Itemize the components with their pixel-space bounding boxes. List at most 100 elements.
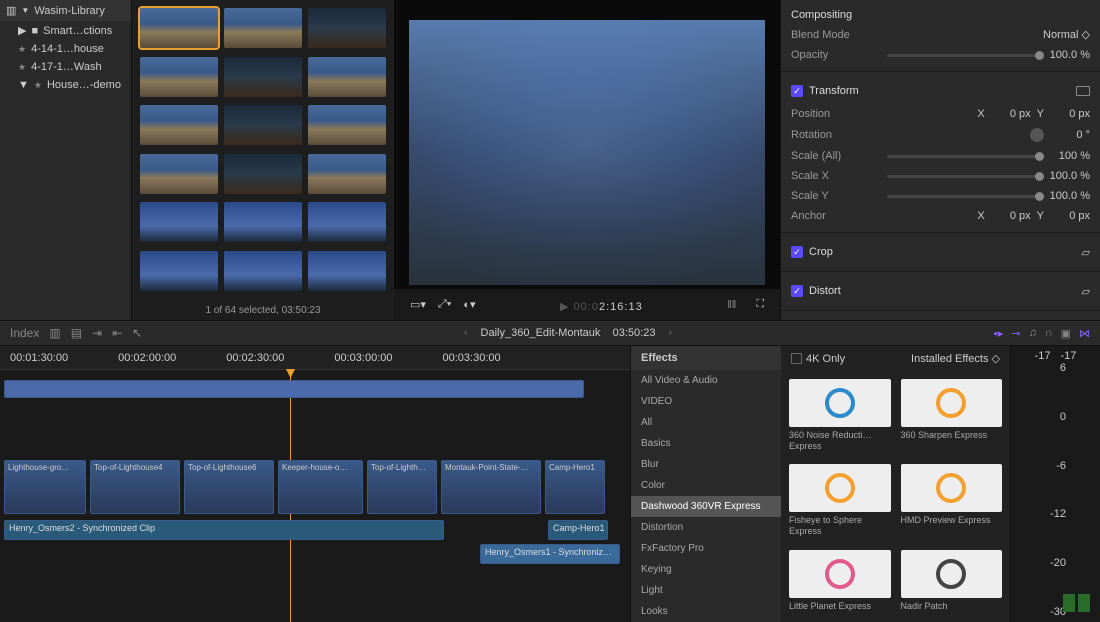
effects-category[interactable]: Dashwood 360VR Express (631, 496, 781, 517)
effect-item[interactable]: 360 Sharpen Express (901, 379, 1003, 454)
effects-category[interactable]: VIDEO (631, 391, 781, 412)
position-x[interactable]: 0 px (991, 108, 1031, 120)
connected-clip[interactable] (4, 380, 584, 398)
fullscreen-button[interactable]: ⛶ (752, 296, 768, 313)
trim-icon[interactable]: ⇤ (112, 326, 122, 340)
anchor-x[interactable]: 0 px (991, 210, 1031, 222)
effect-item[interactable]: 360 Noise Reducti…Express (789, 379, 891, 454)
solo-icon[interactable]: ∩ (1045, 327, 1053, 340)
crop-checkbox[interactable]: ✓ (791, 246, 803, 258)
position-y[interactable]: 0 px (1050, 108, 1090, 120)
audio-clip[interactable]: Henry_Osmers2 - Synchronized Clip (4, 520, 444, 540)
installed-effects-dropdown[interactable]: Installed Effects ◇ (911, 352, 1000, 365)
share-icon[interactable]: ⋈ (1079, 327, 1090, 340)
timeline-clip[interactable]: Top-of-Lighthouse6 (184, 460, 274, 514)
browser-thumb[interactable] (224, 57, 302, 97)
crop-icon[interactable]: ▱ (1082, 246, 1090, 259)
quality-menu-button[interactable]: ◐▾ (459, 296, 479, 313)
snapping-icon[interactable]: ▪▸ (994, 327, 1003, 340)
browser-thumb[interactable] (308, 154, 386, 194)
4k-only-checkbox[interactable]: 4K Only (791, 353, 845, 365)
blend-mode-select[interactable]: Normal ◇ (1043, 28, 1090, 41)
index-button[interactable]: Index (10, 326, 39, 340)
effect-item[interactable]: HMD Preview Express (901, 464, 1003, 539)
opacity-slider[interactable] (887, 54, 1044, 57)
scale-x-value[interactable]: 100.0 % (1050, 170, 1090, 182)
browser-thumb[interactable] (224, 154, 302, 194)
meter-bar-l (1063, 594, 1075, 612)
browser-thumb[interactable] (140, 57, 218, 97)
sidebar-item-414[interactable]: ★4-14-1…house (0, 40, 131, 58)
rotation-value[interactable]: 0 ° (1050, 129, 1090, 141)
timeline[interactable]: 00:01:30:00 00:02:00:00 00:02:30:00 00:0… (0, 346, 630, 622)
browser-thumb[interactable] (140, 251, 218, 291)
browser-thumb[interactable] (140, 8, 218, 48)
browser-thumb[interactable] (224, 202, 302, 242)
sidebar-item-smart[interactable]: ▶■Smart…ctions (0, 21, 131, 40)
effects-category[interactable]: Distortion (631, 517, 781, 538)
save-icon[interactable]: ▣ (1061, 327, 1071, 340)
timeline-clip[interactable]: Camp-Hero1 (545, 460, 605, 514)
scale-all-value[interactable]: 100 % (1050, 150, 1090, 162)
loop-button[interactable]: ‖‖ (723, 297, 740, 313)
audio-clip[interactable]: Camp-Hero1 (548, 520, 608, 540)
timeline-clip[interactable]: Montauk-Point-State-… (441, 460, 541, 514)
audio-clip[interactable]: Henry_Osmers1 - Synchroniz… (480, 544, 620, 564)
audio-skim-icon[interactable]: ♫ (1028, 327, 1036, 340)
browser-thumb[interactable] (140, 105, 218, 145)
effects-category[interactable]: All (631, 412, 781, 433)
viewer-canvas[interactable] (409, 20, 765, 285)
browser-thumb[interactable] (140, 202, 218, 242)
scale-y-value[interactable]: 100.0 % (1050, 190, 1090, 202)
transform-reset-icon[interactable] (1076, 86, 1090, 96)
timeline-ruler[interactable]: 00:01:30:00 00:02:00:00 00:02:30:00 00:0… (0, 346, 630, 370)
effects-category[interactable]: Looks (631, 601, 781, 622)
scale-all-slider[interactable] (887, 155, 1044, 158)
view-menu-button[interactable]: ▭▾ (406, 296, 430, 313)
trim-icon[interactable]: ⇥ (92, 326, 102, 340)
browser-thumb[interactable] (308, 8, 386, 48)
sidebar-item-house[interactable]: ▼★House…-demo (0, 76, 131, 94)
browser-thumb[interactable] (224, 8, 302, 48)
anchor-y[interactable]: 0 px (1050, 210, 1090, 222)
rotation-dial-icon[interactable] (1030, 128, 1044, 142)
browser-thumb[interactable] (140, 154, 218, 194)
opacity-value[interactable]: 100.0 % (1050, 49, 1090, 61)
select-tool-icon[interactable]: ↖︎ (132, 326, 142, 340)
effect-item[interactable]: Little Planet Express (789, 550, 891, 614)
effect-item[interactable]: Nadir Patch (901, 550, 1003, 614)
sidebar-item-417[interactable]: ★4-17-1…Wash (0, 58, 131, 76)
effects-categories: Effects All Video & AudioVIDEOAllBasicsB… (631, 346, 781, 622)
effects-category[interactable]: Light (631, 580, 781, 601)
browser-thumb[interactable] (308, 105, 386, 145)
effects-category[interactable]: Keying (631, 559, 781, 580)
effects-category[interactable]: Color (631, 475, 781, 496)
layout-icon[interactable]: ▤ (71, 326, 82, 340)
timeline-clip[interactable]: Lighthouse-gro… (4, 460, 86, 514)
browser-thumb[interactable] (224, 105, 302, 145)
effects-category[interactable]: Blur (631, 454, 781, 475)
browser-thumb[interactable] (308, 57, 386, 97)
browser-thumb[interactable] (308, 251, 386, 291)
effects-category[interactable]: All Video & Audio (631, 370, 781, 391)
prev-edit-button[interactable]: ‹ (464, 327, 468, 339)
zoom-menu-button[interactable]: ⤢▾ (434, 296, 455, 313)
timeline-clip[interactable]: Keeper-house-o… (278, 460, 363, 514)
transform-checkbox[interactable]: ✓ (791, 85, 803, 97)
timeline-clip[interactable]: Top-of-Lighth… (367, 460, 437, 514)
next-edit-button[interactable]: › (669, 327, 673, 339)
layout-icon[interactable]: ▥ (49, 326, 60, 340)
distort-checkbox[interactable]: ✓ (791, 285, 803, 297)
skimming-icon[interactable]: ⊸ (1011, 327, 1020, 340)
effect-item[interactable]: Fisheye to Sphere Express (789, 464, 891, 539)
library-header[interactable]: ▥▼ Wasim-Library (0, 0, 131, 21)
timeline-clip[interactable]: Top-of-Lighthouse4 (90, 460, 180, 514)
scale-x-slider[interactable] (887, 175, 1044, 178)
browser-thumb[interactable] (308, 202, 386, 242)
effects-category[interactable]: FxFactory Pro (631, 538, 781, 559)
inspector-panel: Compositing Blend Mode Normal ◇ Opacity … (780, 0, 1100, 320)
distort-icon[interactable]: ▱ (1082, 285, 1090, 298)
effects-category[interactable]: Basics (631, 433, 781, 454)
browser-thumb[interactable] (224, 251, 302, 291)
scale-y-slider[interactable] (887, 195, 1044, 198)
